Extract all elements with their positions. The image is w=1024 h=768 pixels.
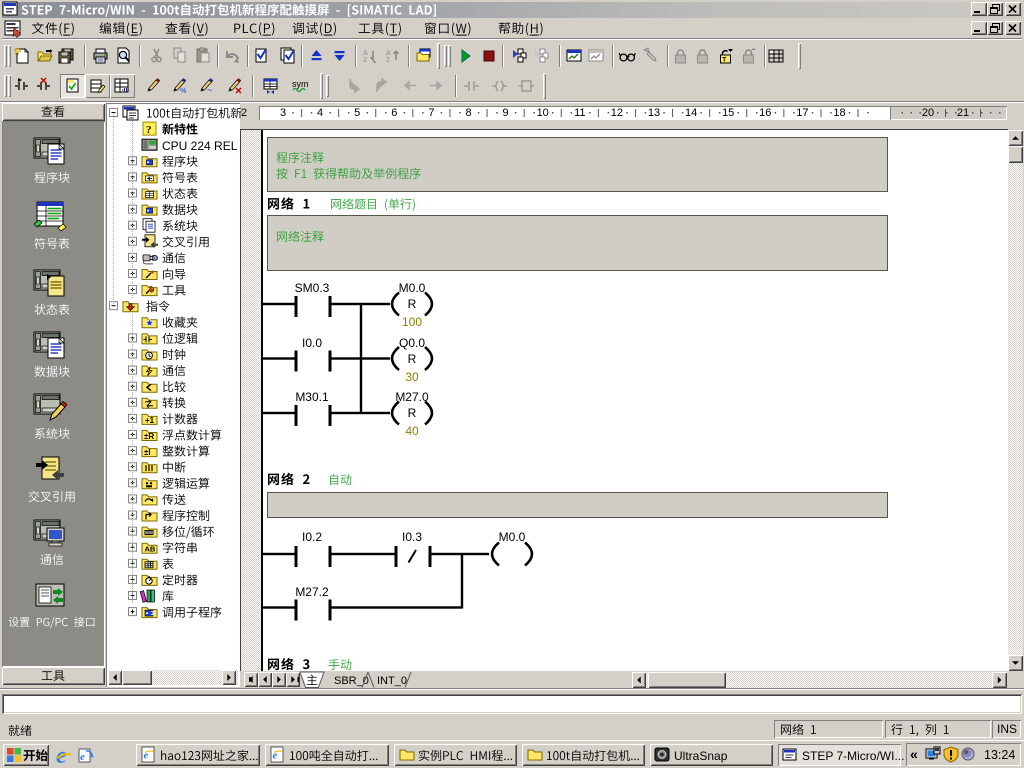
svg-text:2: 2 [386, 57, 390, 64]
svg-text:T: T [722, 57, 726, 64]
svg-text:sym: sym [292, 79, 309, 89]
svg-text:~: ~ [207, 85, 212, 95]
svg-text:2: 2 [363, 57, 367, 64]
svg-text:%: % [180, 88, 186, 95]
svg-text:A: A [386, 50, 391, 57]
svg-text:A: A [363, 50, 368, 57]
